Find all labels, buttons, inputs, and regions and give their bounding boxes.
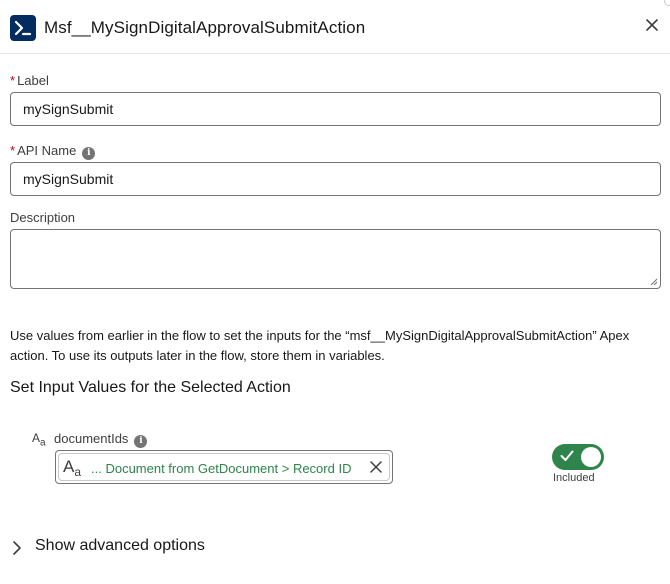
- check-icon: [560, 450, 574, 461]
- label-input[interactable]: mySignSubmit: [10, 92, 661, 126]
- chevron-right-icon: [13, 541, 21, 555]
- api-name-field-label: * API Name i: [10, 143, 96, 160]
- text-type-icon: Aa: [63, 457, 82, 479]
- parameter-label: documentIds i: [54, 431, 148, 448]
- close-icon[interactable]: [644, 17, 660, 33]
- modal-title: Msf__MySignDigitalApprovalSubmitAction: [44, 18, 366, 37]
- label-field-label: * Label: [10, 73, 49, 88]
- required-mark: *: [10, 143, 16, 158]
- advanced-options-label: Show advanced options: [35, 537, 205, 554]
- api-name-label-text: API Name: [17, 143, 77, 158]
- section-title: Set Input Values for the Selected Action: [10, 379, 291, 396]
- resize-grip-icon[interactable]: [650, 278, 658, 286]
- remove-icon[interactable]: [369, 460, 383, 474]
- resource-pill[interactable]: Aa ... Document from GetDocument > Recor…: [58, 453, 390, 481]
- description-field-label: Description: [10, 210, 76, 225]
- info-icon[interactable]: i: [134, 435, 148, 448]
- apex-action-icon: [10, 15, 36, 41]
- resource-combobox[interactable]: Aa ... Document from GetDocument > Recor…: [55, 450, 393, 484]
- toggle-knob: [581, 447, 601, 467]
- info-icon[interactable]: i: [82, 147, 96, 160]
- required-mark: *: [10, 73, 16, 88]
- text-type-icon: Aa: [32, 431, 46, 449]
- help-text: Use values from earlier in the flow to s…: [10, 328, 630, 363]
- parameter-name: documentIds: [54, 431, 129, 446]
- modal-header: Msf__MySignDigitalApprovalSubmitAction: [0, 0, 670, 54]
- window-corner: [664, 0, 670, 6]
- label-text: Label: [17, 73, 49, 88]
- api-name-input[interactable]: mySignSubmit: [10, 162, 661, 196]
- resource-pill-label: ... Document from GetDocument > Record I…: [91, 461, 352, 476]
- included-toggle[interactable]: [552, 444, 604, 470]
- toggle-label: Included: [553, 472, 595, 484]
- description-textarea[interactable]: [10, 229, 661, 289]
